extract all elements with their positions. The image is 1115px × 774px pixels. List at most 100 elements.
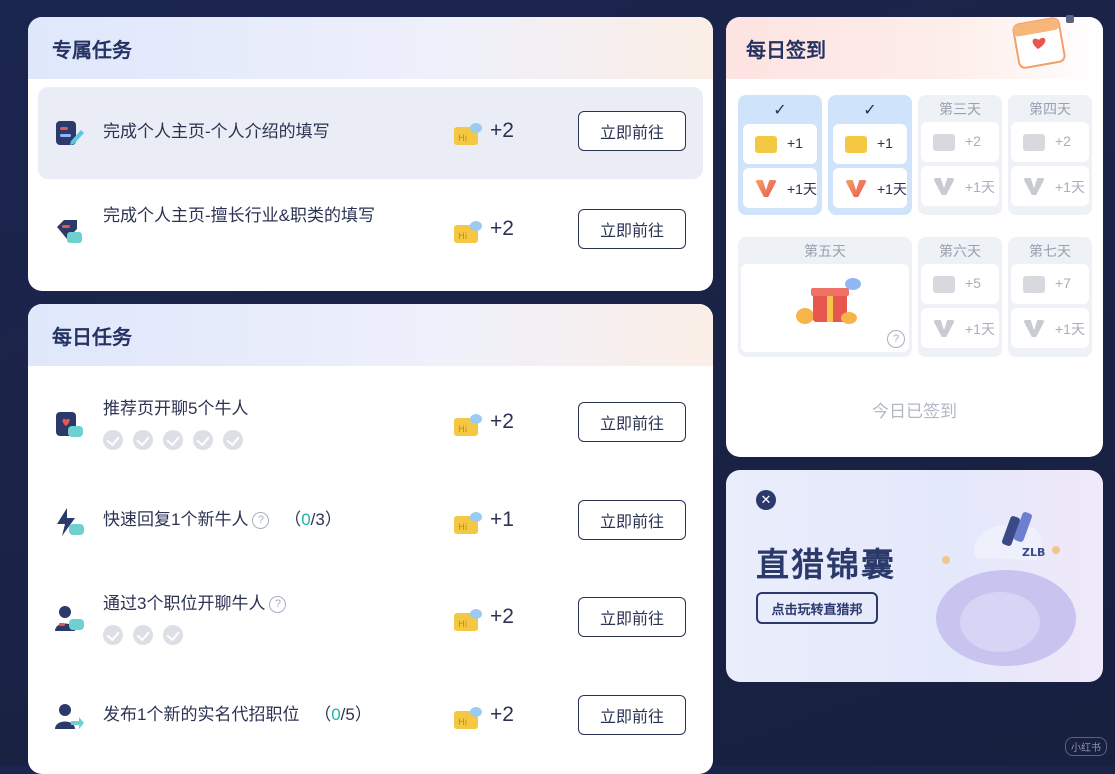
task-row: 推荐页开聊5个牛人 Hi +2 立即前往 xyxy=(38,376,703,468)
hi-coin-icon xyxy=(755,136,777,153)
task-title: 推荐页开聊5个牛人 xyxy=(103,399,249,418)
svg-text:Hi: Hi xyxy=(458,425,467,435)
hi-coin-icon: Hi xyxy=(454,123,482,145)
day-reward-coin: +1 xyxy=(743,124,817,164)
progress-checks xyxy=(103,430,243,450)
recommend-chat-icon xyxy=(56,412,83,437)
reward-value: +1 xyxy=(490,508,514,531)
promo-banner[interactable]: ✕ 直猎锦囊 点击玩转直猎邦 ZLB xyxy=(726,470,1103,682)
reward-value: +2 xyxy=(490,217,514,240)
day-reward-vip: +1天 xyxy=(743,168,817,208)
day-reward-vip: +1天 xyxy=(921,308,999,348)
hi-coin-icon: Hi xyxy=(454,414,482,436)
checked-icon: ✓ xyxy=(773,102,787,119)
hi-coin-icon xyxy=(1023,134,1045,151)
close-icon[interactable]: ✕ xyxy=(756,490,776,510)
task-row: 通过3个职位开聊牛人? Hi +2 立即前往 xyxy=(38,571,703,663)
task-row: 快速回复1个新牛人? （0/3） Hi +1 立即前往 xyxy=(38,474,703,566)
hi-coin-icon: Hi xyxy=(454,707,482,729)
svg-text:Hi: Hi xyxy=(458,232,467,242)
checkin-status: 今日已签到 xyxy=(872,402,957,421)
task-title: 通过3个职位开聊牛人? xyxy=(103,591,403,617)
publish-job-icon xyxy=(55,704,84,729)
v-badge-icon xyxy=(845,180,867,197)
go-button[interactable]: 立即前往 xyxy=(578,695,686,735)
promo-button[interactable]: 点击玩转直猎邦 xyxy=(756,592,878,624)
svg-text:Hi: Hi xyxy=(458,523,467,533)
day-reward-vip: +1天 xyxy=(833,168,907,208)
industry-tag-icon xyxy=(57,220,82,243)
checkin-day-7: 第七天 +7 +1天 xyxy=(1008,237,1092,357)
reward-value: +2 xyxy=(490,410,514,433)
svg-text:Hi: Hi xyxy=(458,620,467,630)
go-button[interactable]: 立即前往 xyxy=(578,597,686,637)
checkin-day-3: 第三天 +2 +1天 xyxy=(918,95,1002,215)
v-badge-icon xyxy=(1023,320,1045,337)
check-icon xyxy=(103,430,123,450)
hi-coin-icon xyxy=(933,276,955,293)
exclusive-tasks-title: 专属任务 xyxy=(28,17,713,79)
day-reward-coin: +7 xyxy=(1011,264,1089,304)
help-icon[interactable]: ? xyxy=(252,512,270,530)
checkin-day-5: 第五天 ? xyxy=(738,237,912,357)
checkin-day-2: ✓ +1 +1天 xyxy=(828,95,912,215)
check-icon xyxy=(133,625,153,645)
go-button[interactable]: 立即前往 xyxy=(578,209,686,249)
profile-edit-icon xyxy=(56,121,84,145)
task-row: 完成个人主页-个人介绍的填写 Hi +2 立即前往 xyxy=(38,87,703,179)
exclusive-tasks-card: 专属任务 完成个人主页-个人介绍的填写 Hi +2 立即前往 完成个人主页-擅长… xyxy=(28,17,713,291)
reward-value: +2 xyxy=(490,605,514,628)
progress-done: 0 xyxy=(301,510,311,529)
quick-reply-icon xyxy=(57,508,84,536)
daily-tasks-title: 每日任务 xyxy=(28,304,713,366)
go-button[interactable]: 立即前往 xyxy=(578,500,686,540)
hi-coin-icon: Hi xyxy=(454,609,482,631)
hi-coin-icon: Hi xyxy=(454,221,482,243)
day-reward-coin: +2 xyxy=(921,122,999,162)
svg-text:ZLB: ZLB xyxy=(1022,546,1045,559)
v-badge-icon xyxy=(933,178,955,195)
check-icon xyxy=(133,430,153,450)
gift-box-icon xyxy=(796,278,861,324)
task-title: 发布1个新的实名代招职位 （0/5） xyxy=(103,705,372,724)
checkin-day-4: 第四天 +2 +1天 xyxy=(1008,95,1092,215)
checkin-day-1: ✓ +1 +1天 xyxy=(738,95,822,215)
checkin-title: 每日签到 xyxy=(746,40,826,62)
promo-title: 直猎锦囊 xyxy=(756,546,896,583)
checkin-day-6: 第六天 +5 +1天 xyxy=(918,237,1002,357)
money-bag-illustration: ZLB xyxy=(936,512,1076,666)
task-title: 快速回复1个新牛人? （0/3） xyxy=(103,510,342,530)
go-button[interactable]: 立即前往 xyxy=(578,402,686,442)
v-badge-icon xyxy=(933,320,955,337)
check-icon xyxy=(193,430,213,450)
hi-coin-icon: Hi xyxy=(454,512,482,534)
progress-done: 0 xyxy=(331,705,341,724)
day-reward-coin: +1 xyxy=(833,124,907,164)
day-reward-coin: +5 xyxy=(921,264,999,304)
check-icon xyxy=(163,430,183,450)
reward-value: +2 xyxy=(490,703,514,726)
task-title: 完成个人主页-个人介绍的填写 xyxy=(103,122,330,141)
help-icon[interactable]: ? xyxy=(269,596,287,614)
hi-coin-icon xyxy=(1023,276,1045,293)
go-button[interactable]: 立即前往 xyxy=(578,111,686,151)
check-icon xyxy=(163,625,183,645)
progress-total: /5） xyxy=(340,705,372,724)
progress-checks xyxy=(103,625,183,645)
task-row: 完成个人主页-擅长行业&职类的填写 Hi +2 立即前往 xyxy=(38,183,703,275)
checked-icon: ✓ xyxy=(863,102,877,119)
big-gift: ? xyxy=(741,264,909,352)
hi-coin-icon xyxy=(845,136,867,153)
day-reward-vip: +1天 xyxy=(921,166,999,206)
v-badge-icon xyxy=(1023,178,1045,195)
help-icon[interactable]: ? xyxy=(887,330,905,348)
hi-coin-icon xyxy=(933,134,955,151)
progress-total: /3） xyxy=(310,510,342,529)
watermark: 小红书 xyxy=(1065,737,1107,756)
svg-text:Hi: Hi xyxy=(458,134,467,144)
day-reward-vip: +1天 xyxy=(1011,308,1089,348)
daily-tasks-card: 每日任务 推荐页开聊5个牛人 Hi +2 立即前往 快速回复1个新牛人? （0/… xyxy=(28,304,713,774)
check-icon xyxy=(103,625,123,645)
svg-text:Hi: Hi xyxy=(458,718,467,728)
calendar-icon xyxy=(1012,15,1074,69)
